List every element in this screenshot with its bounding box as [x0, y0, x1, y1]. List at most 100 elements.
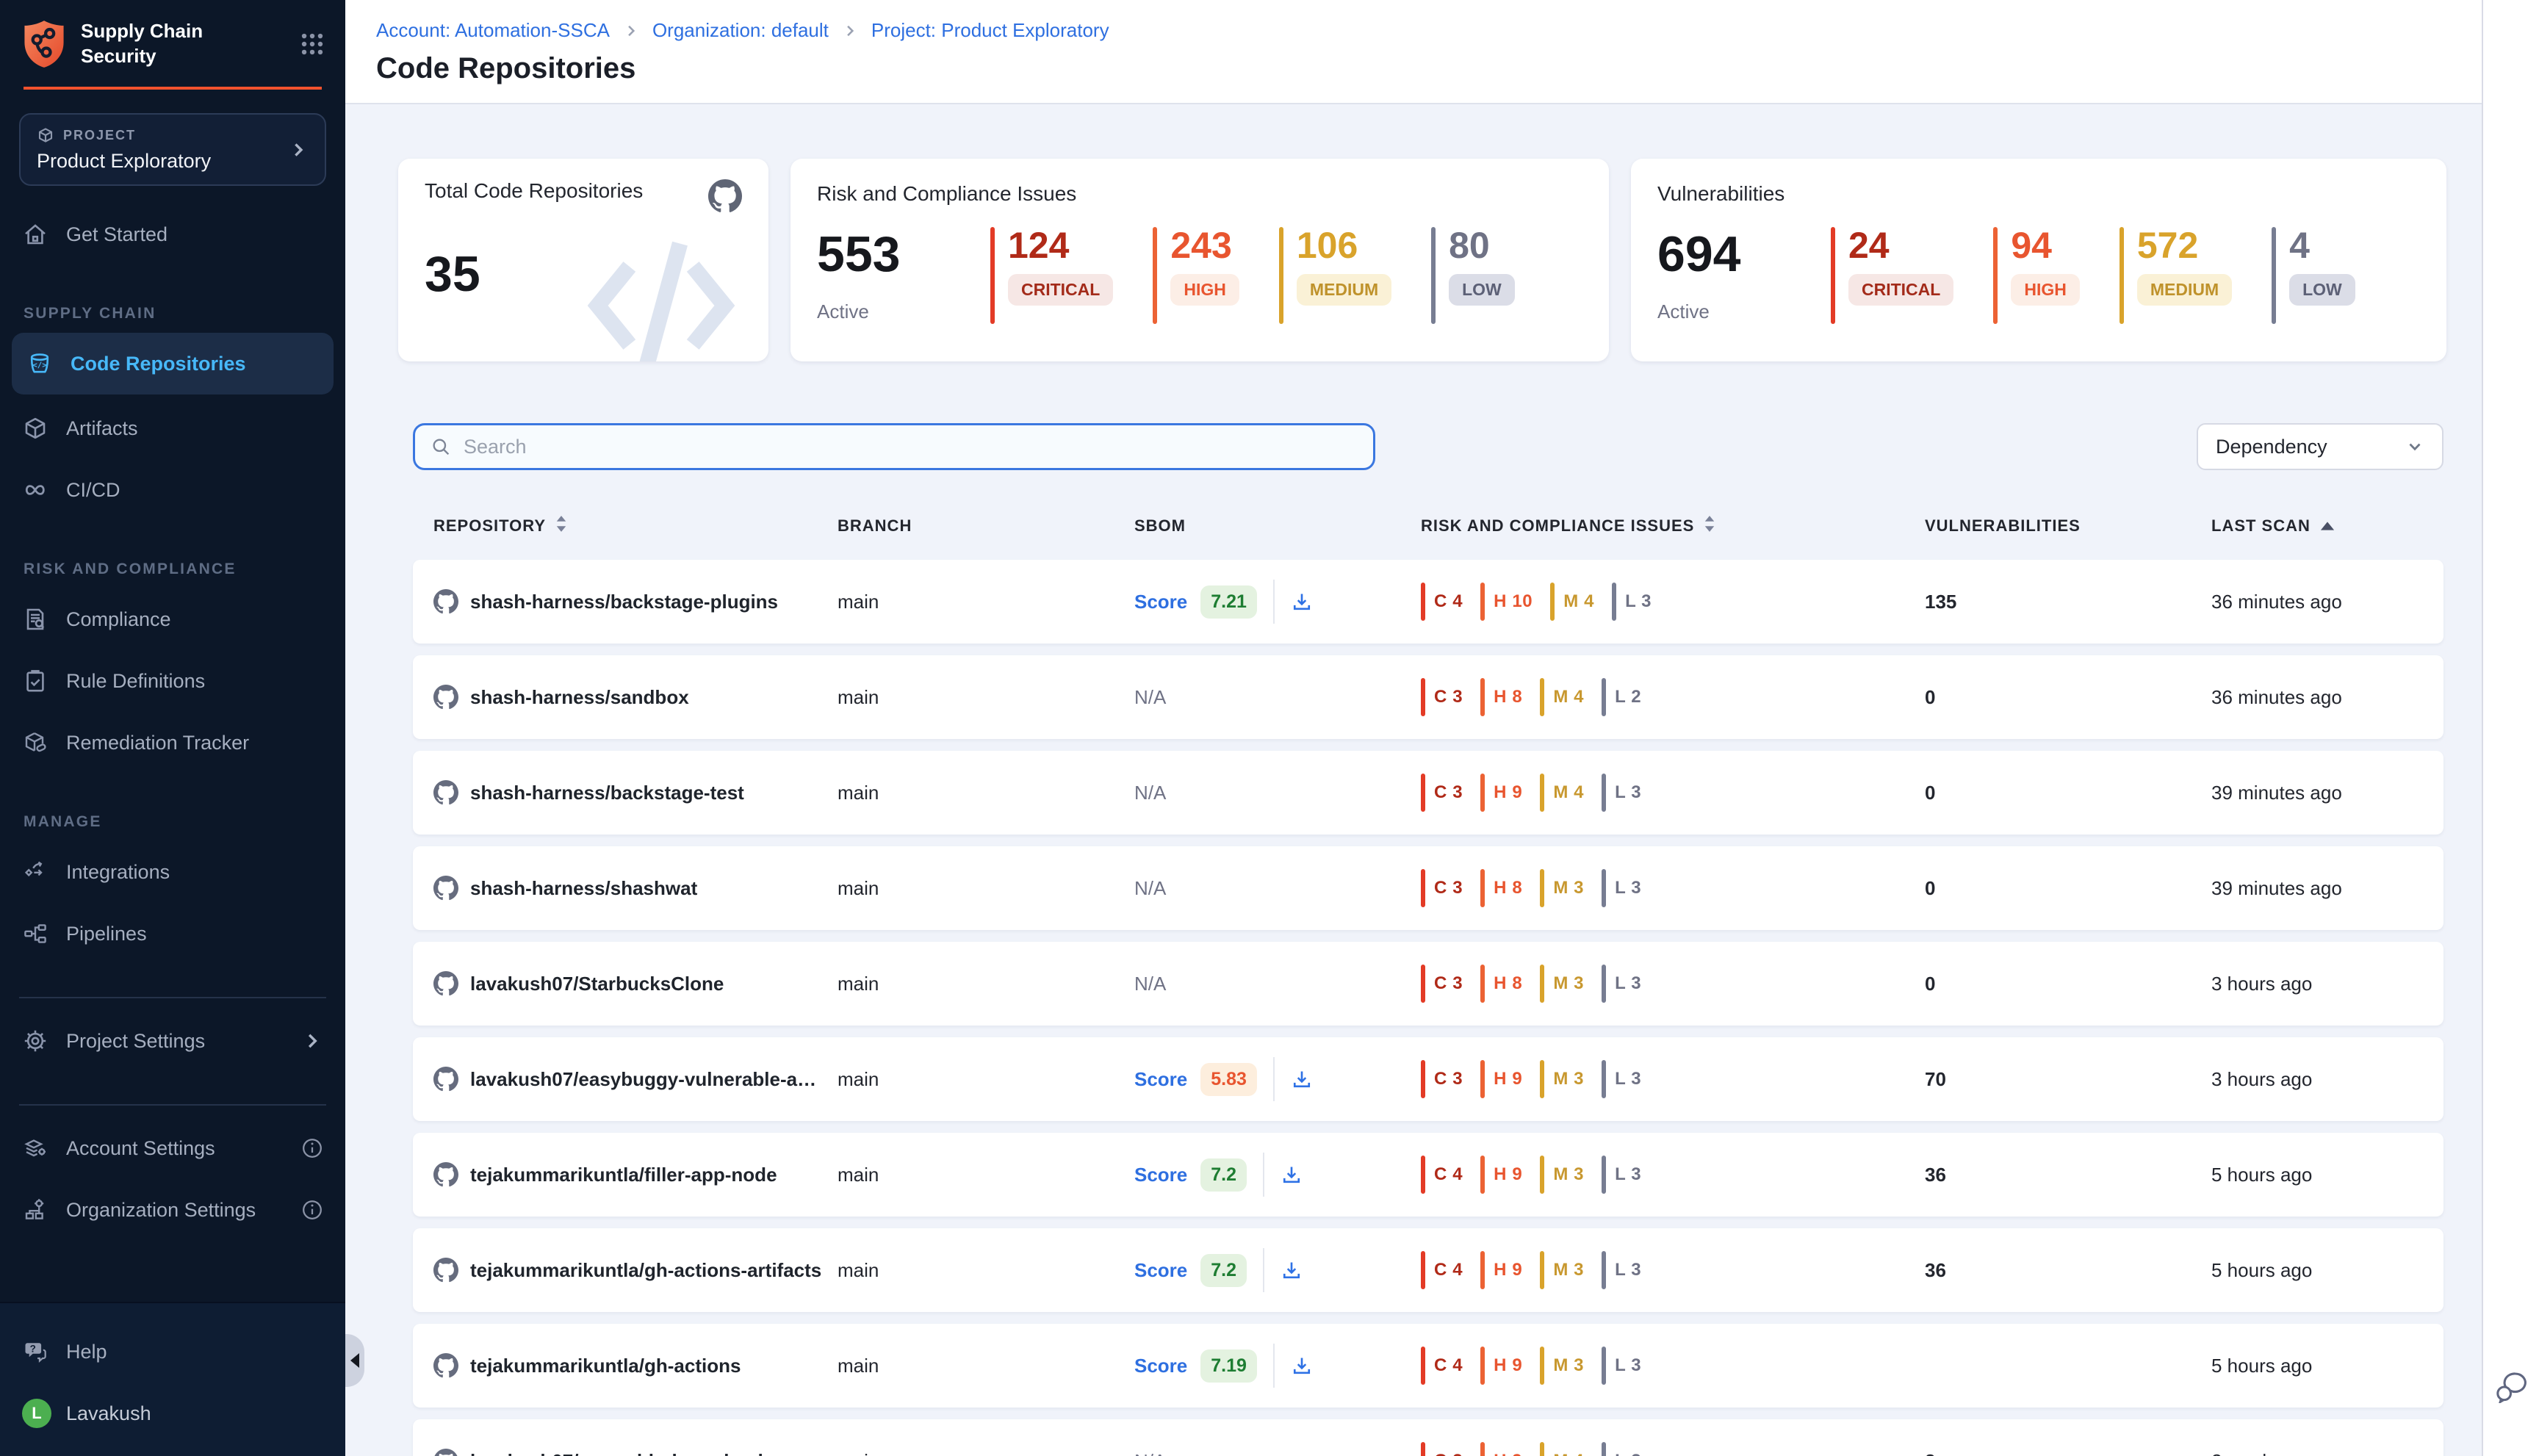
- repository-cell[interactable]: lavakush07/argocd-hub-spoke-demo: [413, 1449, 838, 1456]
- filter-value: Dependency: [2216, 436, 2327, 458]
- risk-chip-h: H 8: [1480, 678, 1522, 716]
- download-sbom-icon[interactable]: [1291, 1068, 1313, 1090]
- table-row[interactable]: lavakush07/argocd-hub-spoke-demo main N/…: [413, 1419, 2443, 1456]
- card-title: Total Code Repositories: [425, 179, 643, 203]
- sbom-na: N/A: [1134, 782, 1166, 804]
- risk-chip-l: L 3: [1602, 1442, 1641, 1456]
- sidebar-item-organization-settings[interactable]: Organization Settings: [0, 1179, 345, 1241]
- module-grid-icon[interactable]: [300, 32, 325, 57]
- repository-name: shash-harness/backstage-plugins: [470, 591, 778, 613]
- repository-cell[interactable]: tejakummarikuntla/gh-actions-artifacts: [413, 1258, 838, 1283]
- repository-cell[interactable]: shash-harness/backstage-plugins: [413, 589, 838, 614]
- user-menu[interactable]: L Lavakush: [0, 1383, 345, 1444]
- sbom-score-link[interactable]: Score: [1134, 1259, 1187, 1282]
- severity-bar: [1993, 227, 1998, 324]
- table-row[interactable]: lavakush07/easybuggy-vulnerable-app… mai…: [413, 1037, 2443, 1121]
- sbom-na: N/A: [1134, 1450, 1166, 1456]
- repository-cell[interactable]: tejakummarikuntla/gh-actions: [413, 1353, 838, 1378]
- sidebar-divider: [19, 1104, 326, 1106]
- sbom-na: N/A: [1134, 877, 1166, 900]
- breadcrumb-link[interactable]: Account: Automation-SSCA: [376, 19, 610, 42]
- sidebar-item-integrations[interactable]: Integrations: [0, 841, 345, 903]
- project-label: PROJECT: [63, 128, 136, 143]
- repository-name: shash-harness/shashwat: [470, 877, 697, 900]
- severity-high: 94 HIGH: [1993, 227, 2080, 324]
- project-selector[interactable]: PROJECT Product Exploratory: [19, 113, 326, 186]
- search-icon: [430, 436, 452, 458]
- gear-icon: [22, 1028, 48, 1054]
- download-sbom-icon[interactable]: [1291, 1355, 1313, 1377]
- repository-cell[interactable]: tejakummarikuntla/filler-app-node: [413, 1162, 838, 1187]
- github-icon: [433, 1067, 458, 1092]
- sidebar-item-ci-cd[interactable]: CI/CD: [0, 459, 345, 521]
- risk-chip-c: C 4: [1421, 1156, 1463, 1194]
- branch-cell: main: [838, 1450, 1134, 1456]
- table-row[interactable]: shash-harness/backstage-plugins main Sco…: [413, 560, 2443, 644]
- sbom-score-badge: 7.21: [1200, 585, 1257, 619]
- risk-chip-l: L 3: [1612, 583, 1652, 621]
- risk-chip-h: H 9: [1480, 1156, 1522, 1194]
- nav-section-risk-and-compliance: RISK AND COMPLIANCE: [0, 561, 345, 578]
- sidebar-item-help[interactable]: ? Help: [0, 1321, 345, 1383]
- breadcrumb-link[interactable]: Organization: default: [652, 19, 829, 42]
- table-row[interactable]: shash-harness/backstage-test main N/A C …: [413, 751, 2443, 835]
- repository-cell[interactable]: shash-harness/shashwat: [413, 876, 838, 901]
- risk-issues-cell: C 3H 8M 4L 2: [1421, 678, 1925, 716]
- table-row[interactable]: tejakummarikuntla/filler-app-node main S…: [413, 1133, 2443, 1217]
- card-total-repositories: Total Code Repositories 35: [398, 159, 768, 361]
- github-icon: [433, 780, 458, 805]
- severity-bar: [990, 227, 995, 324]
- column-header-last-scan[interactable]: LAST SCAN: [2211, 514, 2443, 538]
- sbom-score-link[interactable]: Score: [1134, 1355, 1187, 1377]
- chevron-right-icon: [623, 23, 639, 39]
- table-row[interactable]: shash-harness/sandbox main N/A C 3H 8M 4…: [413, 655, 2443, 739]
- sort-icon: [555, 514, 568, 538]
- download-sbom-icon[interactable]: [1291, 591, 1313, 613]
- github-icon: [433, 589, 458, 614]
- risk-chip-c: C 3: [1421, 965, 1463, 1003]
- search-input[interactable]: [464, 436, 1358, 458]
- table-row[interactable]: tejakummarikuntla/gh-actions main Score …: [413, 1324, 2443, 1408]
- sidebar-item-compliance[interactable]: Compliance: [0, 588, 345, 650]
- repository-cell[interactable]: lavakush07/easybuggy-vulnerable-app…: [413, 1067, 838, 1092]
- sidebar-item-remediation-tracker[interactable]: Remediation Tracker: [0, 712, 345, 774]
- sbom-na: N/A: [1134, 973, 1166, 995]
- active-label: Active: [1657, 300, 1831, 323]
- sidebar-item-label: Pipelines: [66, 923, 147, 945]
- table-row[interactable]: shash-harness/shashwat main N/A C 3H 8M …: [413, 846, 2443, 930]
- sidebar-item-rule-definitions[interactable]: Rule Definitions: [0, 650, 345, 712]
- sidebar-item-get-started[interactable]: Get Started: [0, 203, 345, 265]
- sidebar-item-pipelines[interactable]: Pipelines: [0, 903, 345, 965]
- collapse-left-icon: [350, 1353, 359, 1368]
- risk-issues-cell: C 3H 8M 3L 3: [1421, 869, 1925, 907]
- download-sbom-icon[interactable]: [1281, 1259, 1303, 1281]
- download-sbom-icon[interactable]: [1281, 1164, 1303, 1186]
- risk-issues-cell: C 3H 9M 3L 3: [1421, 1060, 1925, 1098]
- sidebar-item-account-settings[interactable]: Account Settings: [0, 1117, 345, 1179]
- table-row[interactable]: tejakummarikuntla/gh-actions-artifacts m…: [413, 1228, 2443, 1312]
- column-header-vulnerabilities: VULNERABILITIES: [1925, 514, 2211, 538]
- repository-cell[interactable]: shash-harness/backstage-test: [413, 780, 838, 805]
- sbom-score-link[interactable]: Score: [1134, 1164, 1187, 1186]
- sidebar-item-code-repositories[interactable]: </>Code Repositories: [12, 333, 334, 394]
- sidebar-item-artifacts[interactable]: Artifacts: [0, 397, 345, 459]
- breadcrumb-link[interactable]: Project: Product Exploratory: [871, 19, 1109, 42]
- column-header-branch: BRANCH: [838, 514, 1134, 538]
- column-header-repository[interactable]: REPOSITORY: [413, 514, 838, 538]
- branch-cell: main: [838, 1259, 1134, 1282]
- dependency-filter-select[interactable]: Dependency: [2197, 423, 2443, 470]
- branch-cell: main: [838, 877, 1134, 900]
- risk-issues-cell: C 3H 9M 4L 3: [1421, 774, 1925, 812]
- chevron-right-icon: [288, 140, 309, 160]
- column-header-risk-and-compliance-issues[interactable]: RISK AND COMPLIANCE ISSUES: [1421, 514, 1925, 538]
- sbom-score-link[interactable]: Score: [1134, 1068, 1187, 1091]
- repository-cell[interactable]: shash-harness/sandbox: [413, 685, 838, 710]
- sbom-score-badge: 5.83: [1200, 1063, 1257, 1096]
- vulnerability-severity-breakdown: 24 CRITICAL 94 HIGH 572 MEDIUM 4 LOW: [1831, 226, 2420, 324]
- repository-cell[interactable]: lavakush07/StarbucksClone: [413, 971, 838, 996]
- chat-bubbles-icon[interactable]: [2495, 1371, 2529, 1403]
- table-row[interactable]: lavakush07/StarbucksClone main N/A C 3H …: [413, 942, 2443, 1026]
- sidebar-item-project-settings[interactable]: Project Settings: [0, 1010, 345, 1072]
- repository-name: lavakush07/StarbucksClone: [470, 973, 724, 995]
- sbom-score-link[interactable]: Score: [1134, 591, 1187, 613]
